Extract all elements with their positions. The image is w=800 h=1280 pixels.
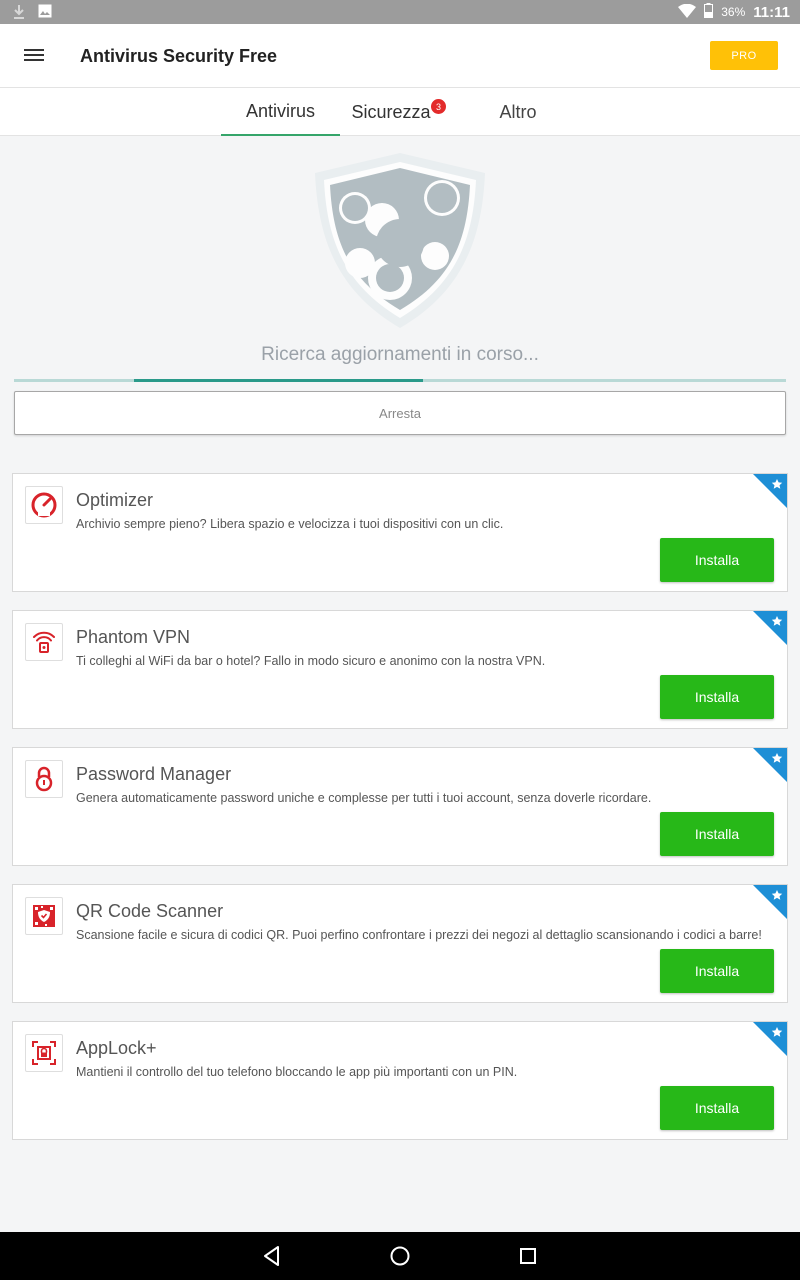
battery-percent: 36% bbox=[721, 5, 746, 19]
padlock-icon bbox=[25, 760, 63, 798]
card-title: QR Code Scanner bbox=[76, 901, 224, 921]
install-button[interactable]: Installa bbox=[660, 812, 774, 856]
tab-altro[interactable]: Altro bbox=[462, 88, 574, 136]
app-card-password-manager: Password Manager Genera automaticamente … bbox=[12, 747, 788, 866]
notification-badge: 3 bbox=[431, 99, 446, 114]
recents-icon[interactable] bbox=[516, 1244, 540, 1268]
featured-star-icon bbox=[753, 1022, 787, 1056]
featured-star-icon bbox=[753, 885, 787, 919]
progress-bar-indicator bbox=[134, 379, 423, 382]
app-card-phantom-vpn: Phantom VPN Ti colleghi al WiFi da bar o… bbox=[12, 610, 788, 729]
card-description: Archivio sempre pieno? Libera spazio e v… bbox=[76, 517, 504, 531]
system-nav-bar bbox=[0, 1232, 800, 1280]
tab-label: Sicurezza bbox=[351, 101, 431, 122]
card-description: Genera automaticamente password uniche e… bbox=[76, 791, 652, 805]
wifi-icon bbox=[678, 3, 697, 21]
tab-bar: Antivirus Sicurezza 3 Altro bbox=[0, 88, 800, 136]
tab-antivirus[interactable]: Antivirus bbox=[221, 88, 340, 136]
back-icon[interactable] bbox=[260, 1244, 284, 1268]
image-icon bbox=[38, 4, 52, 23]
card-title: Phantom VPN bbox=[76, 627, 191, 647]
install-button[interactable]: Installa bbox=[660, 675, 774, 719]
card-title: AppLock+ bbox=[76, 1038, 157, 1058]
tab-sicurezza[interactable]: Sicurezza 3 bbox=[340, 88, 446, 136]
wifi-lock-icon bbox=[25, 623, 63, 661]
clock: 11:11 bbox=[753, 3, 790, 21]
install-button[interactable]: Installa bbox=[660, 949, 774, 993]
speedometer-icon bbox=[25, 486, 63, 524]
card-title: Optimizer bbox=[76, 490, 154, 510]
qr-shield-icon bbox=[25, 897, 63, 935]
scan-status-text: Ricerca aggiornamenti in corso... bbox=[261, 344, 539, 365]
app-card-optimizer: Optimizer Archivio sempre pieno? Libera … bbox=[12, 473, 788, 592]
app-card-applock: AppLock+ Mantieni il controllo del tuo t… bbox=[12, 1021, 788, 1140]
hamburger-menu-icon[interactable] bbox=[24, 46, 48, 66]
featured-star-icon bbox=[753, 611, 787, 645]
card-description: Ti colleghi al WiFi da bar o hotel? Fall… bbox=[76, 654, 546, 668]
applock-icon bbox=[25, 1034, 63, 1072]
featured-star-icon bbox=[753, 748, 787, 782]
pro-button[interactable]: PRO bbox=[710, 41, 778, 70]
app-card-qr-code-scanner: QR Code Scanner Scansione facile e sicur… bbox=[12, 884, 788, 1003]
home-icon[interactable] bbox=[388, 1244, 412, 1268]
install-button[interactable]: Installa bbox=[660, 538, 774, 582]
app-bar: Antivirus Security Free PRO bbox=[0, 24, 800, 88]
card-description: Mantieni il controllo del tuo telefono b… bbox=[76, 1065, 518, 1079]
progress-bar bbox=[14, 379, 786, 382]
app-title: Antivirus Security Free bbox=[80, 46, 278, 66]
stop-button[interactable]: Arresta bbox=[14, 391, 786, 435]
tab-label: Altro bbox=[499, 101, 537, 122]
download-icon bbox=[12, 4, 26, 23]
status-bar: 36% 11:11 bbox=[0, 0, 800, 24]
card-description: Scansione facile e sicura di codici QR. … bbox=[76, 928, 762, 942]
card-title: Password Manager bbox=[76, 764, 232, 784]
shield-gears-icon bbox=[300, 148, 500, 333]
tab-label: Antivirus bbox=[245, 100, 316, 121]
battery-icon bbox=[704, 3, 714, 21]
featured-star-icon bbox=[753, 474, 787, 508]
install-button[interactable]: Installa bbox=[660, 1086, 774, 1130]
